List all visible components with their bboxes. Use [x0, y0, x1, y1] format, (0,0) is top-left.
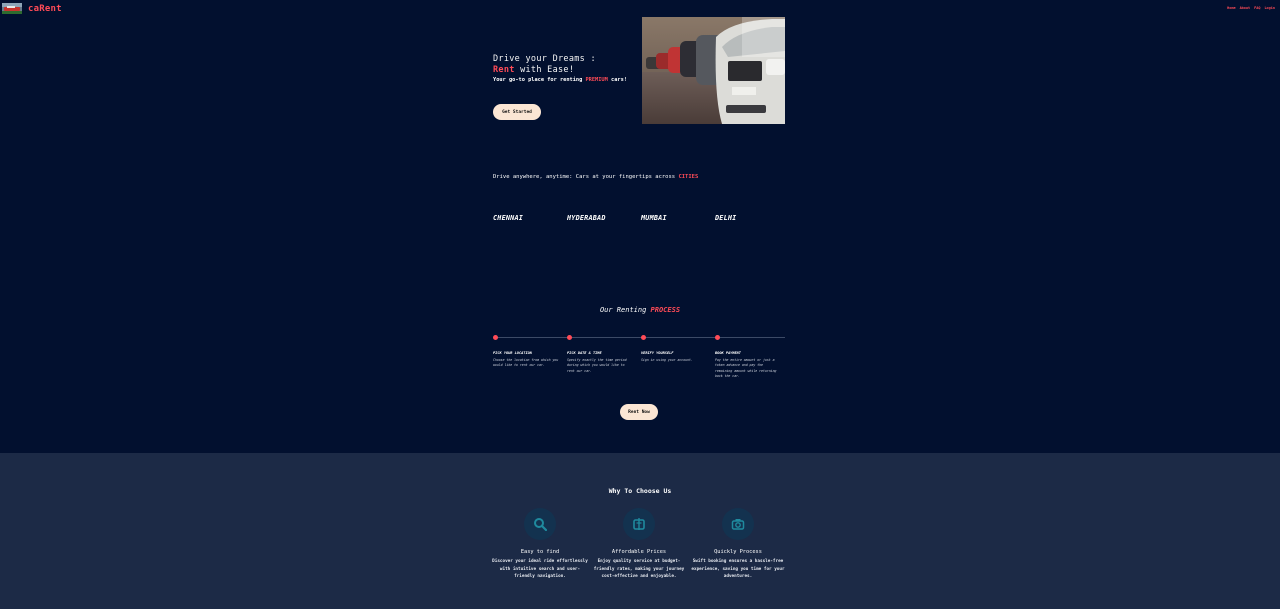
logo[interactable]: caRent	[2, 3, 62, 14]
page: caRent Home About FAQ Login Drive your D…	[0, 0, 1280, 609]
brand-name: caRent	[28, 3, 62, 14]
city-chennai[interactable]: CHENNAI	[493, 214, 523, 222]
feature-title: Quickly Process	[714, 549, 762, 555]
process-title-highlight: PROCESS	[650, 306, 681, 314]
top-nav: Home About FAQ Login	[1227, 6, 1275, 10]
hero-title-rest: with Ease!	[514, 65, 575, 75]
feature-text: Swift booking ensures a hassle-free expe…	[691, 559, 785, 579]
timeline-dot	[715, 335, 720, 340]
nav-login[interactable]: Login	[1264, 6, 1275, 10]
feature-title: Affordable Prices	[611, 549, 667, 555]
cities-intro-highlight: CITIES	[678, 174, 699, 180]
feature-title: Easy to find	[520, 549, 560, 555]
nav-home[interactable]: Home	[1227, 6, 1235, 10]
nav-about[interactable]: About	[1240, 6, 1251, 10]
cities-intro-text: Drive anywhere, anytime: Cars at your fi…	[493, 174, 679, 180]
camera-icon	[722, 508, 754, 540]
city-hyderabad[interactable]: HYDERABAD	[567, 214, 606, 222]
hero-title-rent: Rent	[493, 65, 515, 75]
get-started-button[interactable]: Get Started	[493, 104, 541, 120]
step-text: Specify exactly the time period during w…	[567, 358, 627, 373]
step-title: BOOK PAYMENT	[715, 351, 741, 355]
nav-faq[interactable]: FAQ	[1254, 6, 1260, 10]
parked-cars-photo	[642, 17, 785, 124]
hero-title: Drive your Dreams : Rent with Ease!	[493, 54, 596, 76]
search-icon	[524, 508, 556, 540]
timeline-dot	[641, 335, 646, 340]
timeline-dot	[493, 335, 498, 340]
why-title: Why To Choose Us	[608, 487, 672, 495]
step-text: Choose the location from which you would…	[493, 358, 559, 368]
step-text: Sign in using your account.	[641, 358, 693, 362]
step-title: PICK DATE & TIME	[567, 351, 602, 355]
process-title-text: Our Renting	[599, 306, 651, 314]
step-title: VERIFY YOURSELF	[641, 351, 674, 355]
cities-intro: Drive anywhere, anytime: Cars at your fi…	[493, 174, 698, 180]
step-text: Pay the entire amount or just a token ad…	[715, 358, 777, 378]
hero-title-line1: Drive your Dreams :	[493, 54, 596, 64]
process-title: Our Renting PROCESS	[0, 306, 1280, 314]
feature-text: Enjoy quality service at budget-friendly…	[593, 559, 685, 579]
hero-subtitle-text: Your go-to place for renting	[493, 77, 586, 83]
feature-text: Discover your ideal ride effortlessly wi…	[492, 559, 588, 579]
step-title: PICK YOUR LOCATION	[493, 351, 532, 355]
city-delhi[interactable]: DELHI	[715, 214, 736, 222]
car-logo-icon	[2, 3, 22, 14]
city-mumbai[interactable]: MUMBAI	[641, 214, 667, 222]
money-icon	[623, 508, 655, 540]
hero-subtitle-highlight: PREMIUM	[585, 77, 608, 83]
hero-subtitle: Your go-to place for renting PREMIUM car…	[493, 77, 627, 83]
rent-now-button[interactable]: Rent Now	[620, 404, 658, 420]
hero-subtitle-end: cars!	[607, 77, 627, 83]
timeline-dot	[567, 335, 572, 340]
